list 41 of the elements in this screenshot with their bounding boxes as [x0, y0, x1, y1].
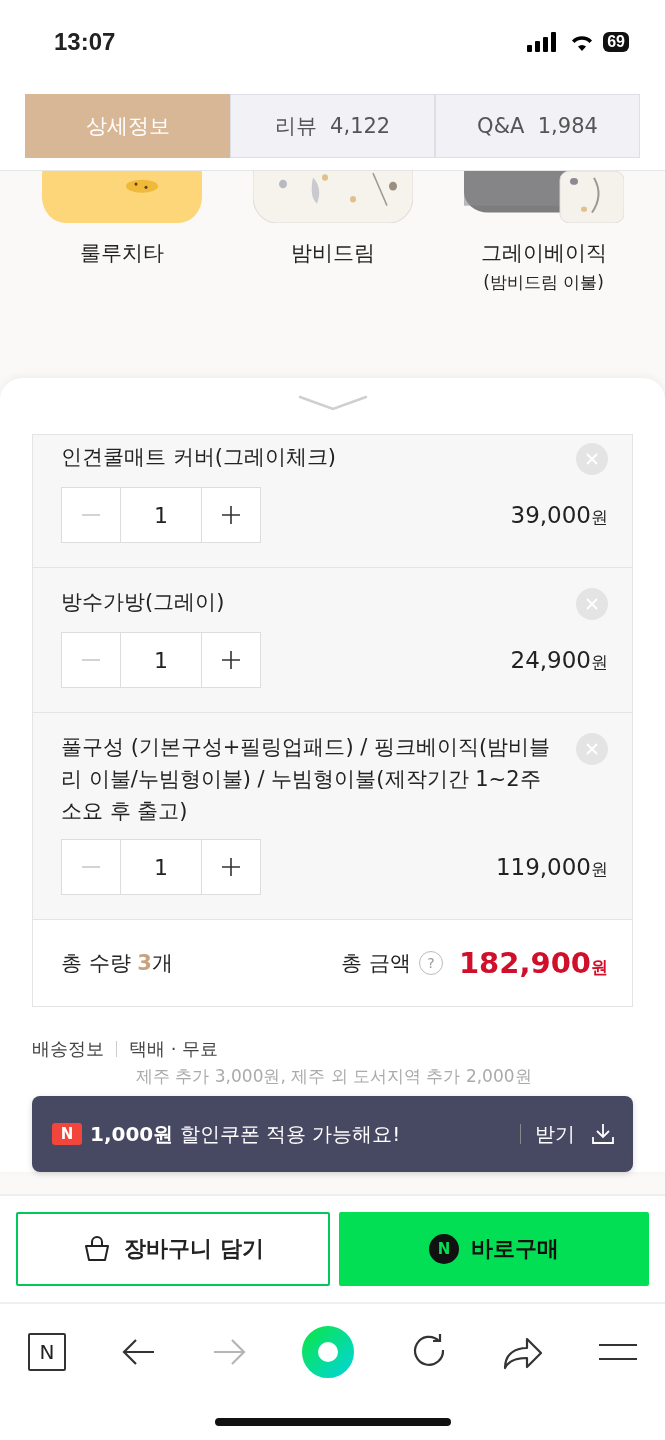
option-name: 풀구성 (기본구성+필링업패드) / 핑크베이직(밤비블리 이불/누빔형이불) / 누빔형이불(제작기간 1~2주 소요 후 출고): [61, 734, 552, 825]
tab[interactable]: 리뷰 4,122: [230, 94, 435, 158]
battery-level: 69: [603, 32, 629, 52]
coupon-badge: N: [52, 1123, 82, 1145]
minus-icon: [81, 866, 101, 868]
remove-icon[interactable]: [576, 733, 608, 765]
home-button[interactable]: N: [28, 1333, 67, 1371]
minus-icon: [81, 659, 101, 661]
plus-icon: [221, 857, 241, 877]
remove-icon[interactable]: [576, 443, 608, 475]
shipping-note: 제주 추가 3,000원, 제주 외 도서지역 추가 2,000원: [135, 1065, 533, 1088]
buy-now-button[interactable]: N 바로구매: [339, 1212, 649, 1286]
add-to-cart-button[interactable]: 장바구니 담기: [16, 1212, 330, 1286]
coupon-text: 1,000원 할인쿠폰 적용 가능해요!: [90, 1120, 402, 1148]
option-name: 방수가방(그레이): [61, 589, 225, 616]
minus-icon: [81, 514, 101, 516]
collapse-handle-icon[interactable]: [297, 394, 368, 412]
total-amount: 182,900원: [458, 946, 608, 980]
plus-icon: [221, 505, 241, 525]
swatch-name: 그레이베이직: [480, 240, 607, 267]
swatch-name: 룰루치타: [79, 240, 164, 267]
swatch-name: 밤비드림: [290, 240, 375, 267]
menu-icon[interactable]: [598, 1343, 637, 1361]
remove-icon[interactable]: [576, 588, 608, 620]
shipping-label: 배송정보: [32, 1037, 104, 1061]
back-icon[interactable]: [122, 1338, 157, 1366]
shipping-method: 택배 · 무료: [129, 1037, 219, 1061]
option-price: 39,000원: [510, 501, 608, 529]
option-price: 119,000원: [495, 853, 608, 881]
ring-icon[interactable]: [302, 1326, 355, 1378]
tab[interactable]: Q&A 1,984: [435, 94, 640, 158]
status-time: 13:07: [54, 28, 116, 56]
option-name: 인견쿨매트 커버(그레이체크): [61, 444, 337, 471]
total-quantity: 총 수량 3개: [61, 950, 173, 977]
share-icon[interactable]: [502, 1336, 543, 1370]
swatch-subtitle: (밤비드림 이불): [483, 271, 604, 294]
plus-icon: [221, 650, 241, 670]
download-icon: [591, 1122, 615, 1146]
total-amount-label: 총 금액: [341, 950, 411, 977]
option-price: 24,900원: [510, 646, 608, 674]
get-coupon-button[interactable]: 받기: [535, 1120, 615, 1148]
